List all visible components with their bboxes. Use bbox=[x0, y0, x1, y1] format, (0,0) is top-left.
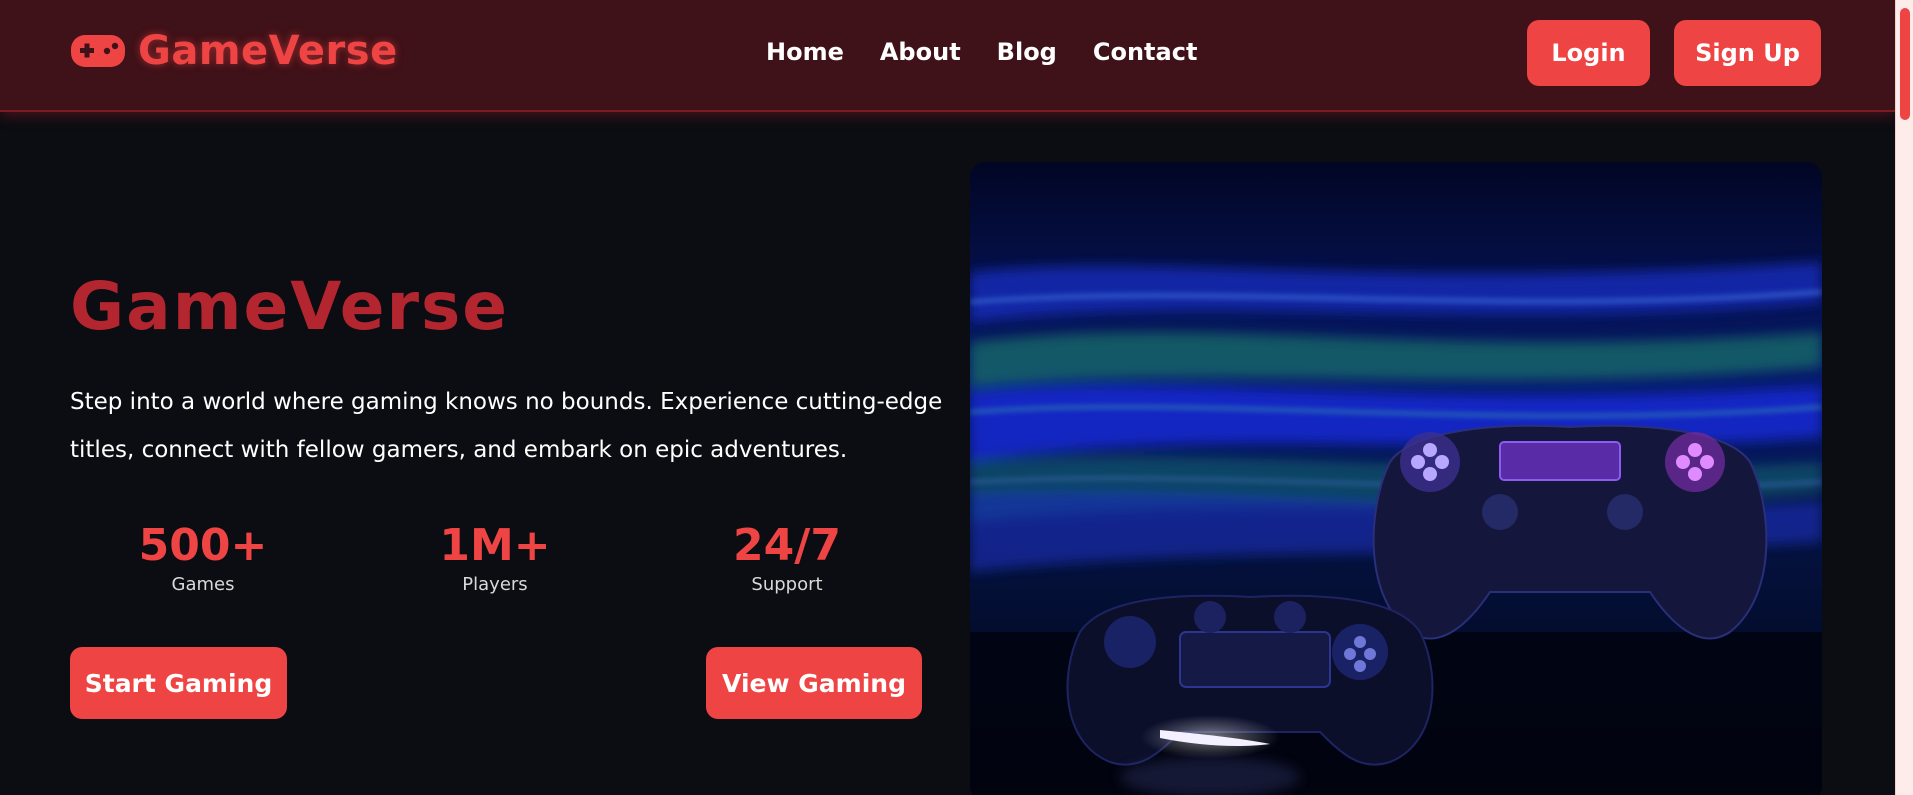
stat-value: 24/7 bbox=[733, 520, 841, 571]
front-controller bbox=[1066, 594, 1434, 795]
signup-button[interactable]: Sign Up bbox=[1674, 20, 1821, 86]
stat-label: Players bbox=[462, 574, 528, 595]
stat-value: 500+ bbox=[138, 520, 268, 571]
scrollbar-thumb[interactable] bbox=[1900, 8, 1910, 120]
stat-games: 500+ Games bbox=[93, 520, 313, 595]
brand-name: GameVerse bbox=[138, 28, 398, 74]
stat-value: 1M+ bbox=[439, 520, 551, 571]
brand-logo[interactable]: GameVerse bbox=[70, 28, 398, 74]
hero-title: GameVerse bbox=[70, 268, 510, 345]
nav-blog[interactable]: Blog bbox=[997, 38, 1057, 66]
stat-support: 24/7 Support bbox=[677, 520, 897, 595]
hero-description: Step into a world where gaming knows no … bbox=[70, 389, 943, 463]
stat-players: 1M+ Players bbox=[385, 520, 605, 595]
stat-label: Games bbox=[171, 574, 235, 595]
nav-contact[interactable]: Contact bbox=[1093, 38, 1198, 66]
stat-label: Support bbox=[751, 574, 823, 595]
game-controllers-photo bbox=[970, 162, 1822, 795]
start-gaming-button[interactable]: Start Gaming bbox=[70, 647, 287, 719]
view-gaming-button[interactable]: View Gaming bbox=[706, 647, 922, 719]
login-button[interactable]: Login bbox=[1527, 20, 1650, 86]
hero-image bbox=[970, 162, 1822, 795]
gamepad-icon bbox=[70, 34, 126, 68]
nav-home[interactable]: Home bbox=[766, 38, 844, 66]
nav-about[interactable]: About bbox=[880, 38, 961, 66]
site-header: GameVerse Home About Blog Contact Login … bbox=[0, 0, 1895, 112]
main-nav: Home About Blog Contact bbox=[766, 38, 1197, 66]
page-scrollbar[interactable] bbox=[1895, 0, 1913, 795]
